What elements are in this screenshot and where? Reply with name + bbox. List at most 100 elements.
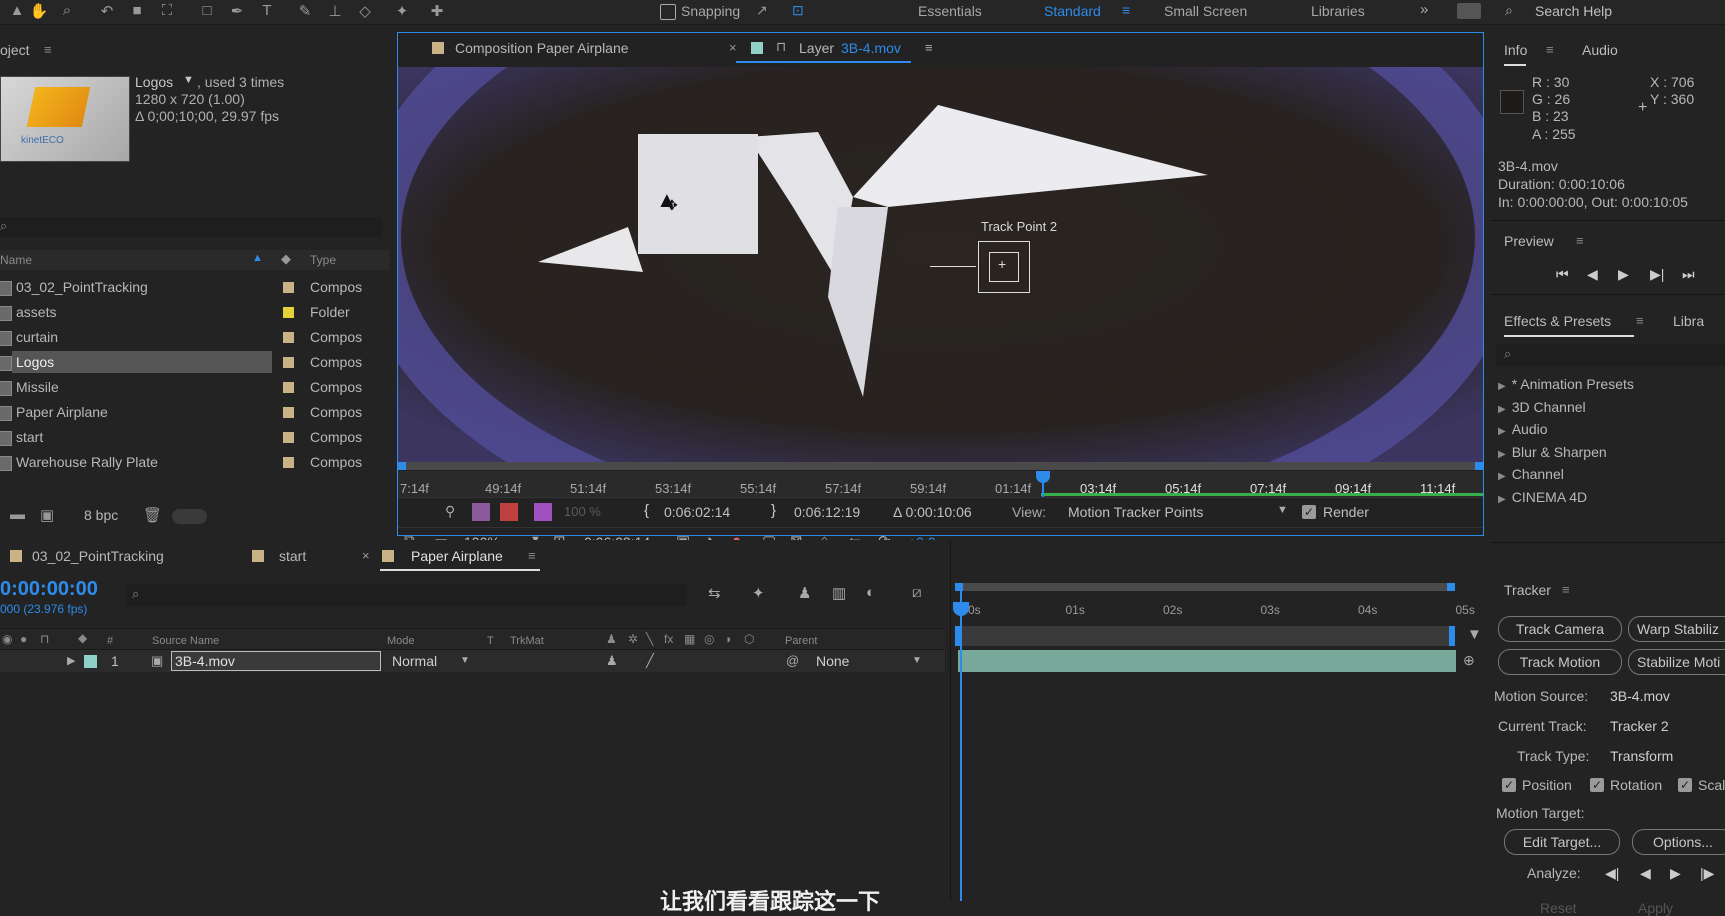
work-area-bar[interactable] (955, 626, 1455, 646)
parent-chevron-down-icon[interactable]: ▼ (912, 655, 922, 666)
bpc-label[interactable]: 8 bpc (84, 507, 118, 523)
stabilize-motion-button[interactable]: Stabilize Moti (1628, 649, 1725, 675)
project-item[interactable]: start Compos (0, 426, 390, 450)
effects-search-input[interactable]: ⌕ (1496, 344, 1725, 366)
workspace-libraries[interactable]: Libraries (1311, 3, 1365, 19)
pan-behind-tool-icon[interactable]: ⛶ (156, 2, 178, 22)
shy-icon[interactable]: ⚲ (445, 503, 455, 520)
timeline-search-input[interactable]: ⌕ (126, 584, 686, 606)
tracker-title[interactable]: Tracker (1504, 582, 1551, 598)
color-swatch-red[interactable] (500, 503, 518, 521)
analyze-back-one-icon[interactable]: ◀| (1605, 865, 1619, 882)
timeline-menu-icon[interactable]: ≡ (528, 548, 536, 563)
analyze-forward-icon[interactable]: ▶ (1670, 865, 1681, 882)
clone-stamp-tool-icon[interactable]: ⊥ (324, 2, 346, 22)
expand-triangle-icon[interactable]: ▶ (1498, 381, 1506, 392)
tab-audio[interactable]: Audio (1582, 42, 1618, 58)
timeline-tab-2[interactable]: Paper Airplane (411, 548, 503, 564)
color-swatch-purple[interactable] (472, 503, 490, 521)
out-point-time[interactable]: 0:06:12:19 (794, 504, 860, 520)
next-frame-icon[interactable]: ▶| (1650, 266, 1664, 283)
name-column-header[interactable]: Name (0, 253, 32, 267)
label-color-tag[interactable] (283, 407, 294, 418)
label-color-tag[interactable] (283, 432, 294, 443)
expand-triangle-icon[interactable]: ▶ (1498, 404, 1506, 415)
effects-category[interactable]: ▶ 3D Channel (1498, 399, 1586, 415)
motion-blur-icon[interactable]: ◐ (866, 584, 875, 601)
analyze-forward-one-icon[interactable]: |▶ (1700, 865, 1714, 882)
opacity-value[interactable]: 100 % (564, 504, 601, 519)
play-icon[interactable]: ▶ (1618, 266, 1629, 283)
sort-up-icon[interactable]: ▲ (252, 252, 263, 264)
layer-duration-bar[interactable] (958, 650, 1456, 672)
label-color-tag[interactable] (283, 332, 294, 343)
expand-triangle-icon[interactable]: ▶ (1498, 471, 1506, 482)
close-tab-icon[interactable]: × (729, 40, 737, 55)
timeline-playhead[interactable] (960, 590, 962, 901)
out-point-icon[interactable]: } (771, 502, 776, 519)
view-dropdown[interactable]: Motion Tracker Points ▼ (1062, 500, 1292, 524)
effects-category[interactable]: ▶ * Animation Presets (1498, 376, 1634, 392)
tab-composition[interactable]: Composition Paper Airplane (455, 40, 629, 56)
snap-icon[interactable]: ↗ (756, 2, 768, 19)
type-tool-icon[interactable]: T (256, 2, 278, 22)
zoom-tool-icon[interactable]: ⌕ (56, 2, 78, 22)
eraser-tool-icon[interactable]: ◇ (354, 2, 376, 22)
pick-whip-icon[interactable]: @ (786, 653, 799, 668)
label-color-tag[interactable] (283, 457, 294, 468)
expand-triangle-icon[interactable]: ▶ (1498, 426, 1506, 437)
mode-chevron-down-icon[interactable]: ▼ (460, 655, 470, 666)
roto-brush-tool-icon[interactable]: ✦ (391, 2, 413, 22)
new-folder-icon[interactable]: ▬ (10, 506, 25, 523)
project-item[interactable]: curtain Compos (0, 326, 390, 350)
project-item[interactable]: Logos Compos (0, 351, 390, 375)
label-color-tag[interactable] (283, 382, 294, 393)
tab-layer-prefix[interactable]: Layer (799, 40, 834, 56)
navigator-end-handle[interactable] (1447, 583, 1455, 591)
project-item[interactable]: Paper Airplane Compos (0, 401, 390, 425)
label-color-tag[interactable] (283, 357, 294, 368)
project-panel-title[interactable]: oject (0, 42, 30, 58)
effects-menu-icon[interactable]: ≡ (1636, 313, 1644, 328)
close-tab-icon[interactable]: × (362, 548, 370, 563)
new-composition-icon[interactable]: ▣ (40, 506, 54, 524)
snap-options-icon[interactable]: ⊡ (792, 2, 804, 19)
expand-triangle-icon[interactable]: ▶ (1498, 494, 1506, 505)
expand-triangle-icon[interactable]: ▶ (1498, 449, 1506, 460)
apply-button[interactable]: Apply (1638, 900, 1673, 916)
current-track-dropdown[interactable]: Tracker 2 (1610, 718, 1669, 734)
scale-checkbox[interactable]: ✓ (1678, 778, 1692, 792)
hand-tool-icon[interactable]: ✋ (28, 2, 50, 22)
graph-editor-icon[interactable]: ⧄ (912, 584, 922, 601)
label-color-tag[interactable] (283, 307, 294, 318)
in-point-time[interactable]: 0:06:02:14 (664, 504, 730, 520)
panel-menu-icon[interactable]: ≡ (44, 42, 52, 57)
work-area-start-handle[interactable] (398, 462, 406, 470)
effects-category[interactable]: ▶ Audio (1498, 421, 1548, 437)
trash-icon[interactable]: 🗑 (143, 506, 162, 524)
attach-point-icon[interactable]: + (998, 256, 1006, 272)
parent-header[interactable]: Parent (785, 635, 817, 647)
timeline-timecode[interactable]: 0:00:00:00 (0, 578, 98, 601)
effects-category[interactable]: ▶ CINEMA 4D (1498, 489, 1587, 505)
work-area-end[interactable] (1449, 626, 1455, 646)
snapping-checkbox[interactable] (660, 4, 676, 20)
tracker-menu-icon[interactable]: ≡ (1562, 582, 1570, 597)
preview-title[interactable]: Preview (1504, 233, 1554, 249)
source-name-header[interactable]: Source Name (152, 635, 219, 647)
pen-tool-icon[interactable]: ✒ (226, 2, 248, 22)
camera-tool-icon[interactable]: ■ (126, 2, 148, 22)
timeline-tab-0[interactable]: 03_02_PointTracking (32, 548, 164, 564)
viewer-time-ruler[interactable]: 7:14f 49:14f 51:14f 53:14f 55:14f 57:14f 59:14… (398, 471, 1483, 497)
parent-dropdown[interactable]: None (816, 653, 849, 669)
video-switch-icon[interactable]: ◉ (2, 632, 12, 646)
viewer-playhead-handle[interactable] (1036, 471, 1050, 483)
search-help-field[interactable]: Search Help (1535, 3, 1612, 19)
label-color-tag[interactable] (283, 282, 294, 293)
first-frame-icon[interactable]: ⏮ (1556, 266, 1569, 283)
edit-target-button[interactable]: Edit Target... (1504, 829, 1620, 855)
prev-frame-icon[interactable]: ◀ (1587, 266, 1598, 283)
shy-switch-icon[interactable]: ♟ (606, 653, 618, 669)
last-frame-icon[interactable]: ⏭ (1682, 266, 1695, 283)
track-camera-button[interactable]: Track Camera (1498, 616, 1622, 642)
